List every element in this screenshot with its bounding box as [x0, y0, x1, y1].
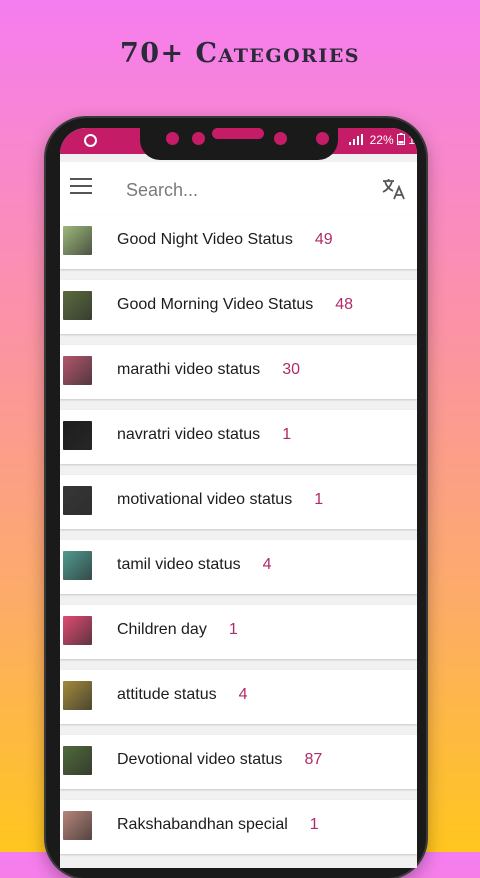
- battery-icon: [396, 133, 405, 145]
- category-count: 1: [282, 426, 292, 443]
- category-thumbnail: [63, 811, 92, 840]
- status-indicator-icon: [84, 134, 97, 147]
- category-row[interactable]: navratri video status 1: [60, 410, 417, 464]
- category-title: motivational video status 1: [117, 491, 323, 509]
- camera-icon: [166, 132, 179, 145]
- category-row[interactable]: Good Morning Video Status 48: [60, 280, 417, 334]
- category-count: 4: [262, 556, 272, 573]
- category-row[interactable]: attitude status 4: [60, 670, 417, 724]
- category-title-text: tamil video status: [117, 556, 241, 573]
- category-thumbnail: [63, 681, 92, 710]
- category-title-text: Devotional video status: [117, 751, 283, 768]
- category-count: 30: [282, 361, 300, 378]
- sensor-icon: [192, 132, 205, 145]
- category-row[interactable]: tamil video status 4: [60, 540, 417, 594]
- camera-icon: [316, 132, 329, 145]
- category-title-text: Good Morning Video Status: [117, 296, 314, 313]
- category-title: Good Morning Video Status 48: [117, 296, 353, 314]
- category-thumbnail: [63, 421, 92, 450]
- translate-icon[interactable]: [381, 176, 407, 202]
- category-title-text: marathi video status: [117, 361, 261, 378]
- app-bar: [60, 162, 417, 217]
- category-row[interactable]: Good Night Video Status 49: [60, 215, 417, 269]
- category-title-text: attitude status: [117, 686, 217, 703]
- category-count: 49: [314, 231, 333, 248]
- category-thumbnail: [63, 551, 92, 580]
- category-count: 1: [228, 621, 238, 638]
- category-title-text: motivational video status: [117, 491, 293, 508]
- category-title: tamil video status 4: [117, 556, 272, 574]
- category-row[interactable]: motivational video status 1: [60, 475, 417, 529]
- category-thumbnail: [63, 486, 92, 515]
- signal-icon: [349, 134, 364, 145]
- category-title-text: Good Night Video Status: [117, 231, 293, 248]
- hamburger-menu-icon[interactable]: [70, 178, 92, 194]
- category-thumbnail: [63, 291, 92, 320]
- sensor-icon: [274, 132, 287, 145]
- category-count: 1: [314, 491, 324, 508]
- category-count: 87: [304, 751, 323, 768]
- speaker-icon: [212, 128, 264, 139]
- category-title: Devotional video status 87: [117, 751, 322, 769]
- category-title: Children day 1: [117, 621, 238, 639]
- category-title: attitude status 4: [117, 686, 248, 704]
- search-input[interactable]: [124, 175, 368, 205]
- category-row[interactable]: Devotional video status 87: [60, 735, 417, 789]
- category-thumbnail: [63, 226, 92, 255]
- category-title-text: navratri video status: [117, 426, 261, 443]
- category-list: Good Night Video Status 49 Good Morning Vi…: [60, 215, 417, 865]
- status-right: 22% 1: [349, 133, 415, 147]
- category-thumbnail: [63, 746, 92, 775]
- category-row[interactable]: marathi video status 30: [60, 345, 417, 399]
- category-count: 4: [238, 686, 248, 703]
- category-title: Good Night Video Status 49: [117, 231, 333, 249]
- battery-percent: 22%: [369, 133, 394, 147]
- promo-headline: 70+ Categories: [119, 38, 361, 69]
- category-row[interactable]: Rakshabandhan special 1: [60, 800, 417, 854]
- category-title-text: Rakshabandhan special: [117, 816, 288, 833]
- phone-notch: [140, 124, 338, 160]
- category-thumbnail: [63, 356, 92, 385]
- category-row[interactable]: Children day 1: [60, 605, 417, 659]
- category-title: navratri video status 1: [117, 426, 291, 444]
- category-title: Rakshabandhan special 1: [117, 816, 319, 834]
- category-title: marathi video status 30: [117, 361, 300, 379]
- battery-trail: 1: [408, 133, 415, 147]
- category-thumbnail: [63, 616, 92, 645]
- category-title-text: Children day: [117, 621, 207, 638]
- phone-screen: 22% 1 Good Night Video Status 49 Good Morn…: [60, 128, 417, 868]
- category-count: 48: [335, 296, 354, 313]
- category-count: 1: [309, 816, 319, 833]
